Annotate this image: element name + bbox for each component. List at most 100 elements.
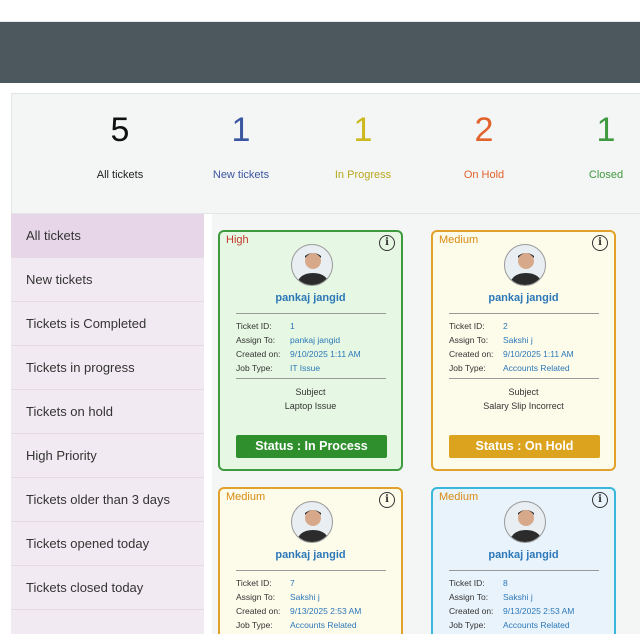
stat-label: All tickets [96,169,144,181]
field-value: 9/10/2025 1:11 AM [503,349,574,359]
field-label: Job Type: [236,363,273,373]
app-header [0,22,640,83]
requester-name: pankaj jangid [488,549,559,561]
field-label: Created on: [236,606,281,616]
ticket-stats-panel: 5 All tickets 1 New tickets 1 In Progres… [11,93,640,214]
ticket-card[interactable]: Medium i pankaj jangid Ticket ID: 7 Assig… [218,487,403,634]
info-icon[interactable]: i [592,492,608,508]
sidebar-item-all-tickets[interactable]: All tickets [11,214,204,258]
stat-label: New tickets [212,169,270,181]
top-bar [0,0,640,22]
assign-to-row: Assign To: pankaj jangid [236,335,340,345]
info-icon[interactable]: i [379,492,395,508]
avatar [504,244,546,286]
field-value: pankaj jangid [290,335,341,345]
requester-name: pankaj jangid [275,292,346,304]
field-value: Accounts Related [503,363,570,373]
assign-to-row: Assign To: Sakshi j [449,592,533,602]
field-label: Created on: [449,349,494,359]
divider [236,313,386,314]
ticket-card[interactable]: Medium i pankaj jangid Ticket ID: 8 Assig… [431,487,616,634]
sidebar-item-in-progress[interactable]: Tickets in progress [11,346,204,390]
stat-count: 2 [474,111,494,149]
job-type-row: Job Type: Accounts Related [449,363,570,373]
priority-label: Medium [439,491,479,503]
stat-count: 1 [596,111,616,149]
field-label: Job Type: [449,363,486,373]
assign-to-row: Assign To: Sakshi j [236,592,320,602]
field-value: Accounts Related [290,620,357,630]
field-value: 9/10/2025 1:11 AM [290,349,361,359]
stat-count: 5 [110,111,130,149]
field-value: 8 [503,578,508,588]
subject-value: Salary Slip Incorrect [483,401,564,411]
stat-label: On Hold [463,169,505,181]
field-label: Ticket ID: [449,321,485,331]
field-label: Job Type: [449,620,486,630]
priority-label: Medium [226,491,266,503]
field-label: Ticket ID: [236,578,272,588]
field-label: Created on: [236,349,281,359]
avatar [291,244,333,286]
ticket-card[interactable]: High i pankaj jangid Ticket ID: 1 Assign … [218,230,403,471]
requester-name: pankaj jangid [275,549,346,561]
divider [236,570,386,571]
person-icon [509,253,543,285]
ticket-id-row: Ticket ID: 2 [449,321,508,331]
stat-label: Closed [588,169,624,181]
divider [449,570,599,571]
divider [449,378,599,379]
field-value: Sakshi j [503,592,533,602]
field-label: Created on: [449,606,494,616]
created-on-row: Created on: 9/13/2025 2:53 AM [236,606,361,616]
person-icon [509,510,543,542]
sidebar-item-completed[interactable]: Tickets is Completed [11,302,204,346]
sidebar-item-new-tickets[interactable]: New tickets [11,258,204,302]
field-value: Accounts Related [503,620,570,630]
sidebar-item-older-than-3-days[interactable]: Tickets older than 3 days [11,478,204,522]
ticket-card[interactable]: Medium i pankaj jangid Ticket ID: 2 Assig… [431,230,616,471]
info-icon[interactable]: i [592,235,608,251]
created-on-row: Created on: 9/10/2025 1:11 AM [236,349,361,359]
field-value: IT Issue [290,363,321,373]
subject-label: Subject [295,387,326,397]
status-badge[interactable]: Status : In Process [236,435,387,458]
field-label: Assign To: [236,592,276,602]
field-value: 9/13/2025 2:53 AM [290,606,362,616]
job-type-row: Job Type: Accounts Related [236,620,357,630]
status-badge[interactable]: Status : On Hold [449,435,600,458]
ticket-id-row: Ticket ID: 8 [449,578,508,588]
stat-label: In Progress [334,169,392,181]
sidebar-item-on-hold[interactable]: Tickets on hold [11,390,204,434]
requester-name: pankaj jangid [488,292,559,304]
field-label: Ticket ID: [449,578,485,588]
sidebar-item-high-priority[interactable]: High Priority [11,434,204,478]
ticket-id-row: Ticket ID: 7 [236,578,295,588]
field-value: 7 [290,578,295,588]
sidebar-item-closed-today[interactable]: Tickets closed today [11,566,204,610]
field-label: Assign To: [449,592,489,602]
field-value: 1 [290,321,295,331]
info-icon[interactable]: i [379,235,395,251]
priority-label: High [226,234,249,246]
avatar [291,501,333,543]
field-value: Sakshi j [290,592,320,602]
assign-to-row: Assign To: Sakshi j [449,335,533,345]
field-value: 2 [503,321,508,331]
field-label: Assign To: [236,335,276,345]
subject-label: Subject [508,387,539,397]
person-icon [296,510,330,542]
divider [236,378,386,379]
ticket-cards-area: High i pankaj jangid Ticket ID: 1 Assign … [212,214,640,634]
avatar [504,501,546,543]
divider [449,313,599,314]
field-value: 9/13/2025 2:53 AM [503,606,575,616]
subject-value: Laptop Issue [284,401,337,411]
ticket-id-row: Ticket ID: 1 [236,321,295,331]
created-on-row: Created on: 9/10/2025 1:11 AM [449,349,574,359]
field-value: Sakshi j [503,335,533,345]
created-on-row: Created on: 9/13/2025 2:53 AM [449,606,574,616]
sidebar-item-opened-today[interactable]: Tickets opened today [11,522,204,566]
field-label: Ticket ID: [236,321,272,331]
ticket-filter-sidebar: All tickets New tickets Tickets is Compl… [11,214,204,634]
